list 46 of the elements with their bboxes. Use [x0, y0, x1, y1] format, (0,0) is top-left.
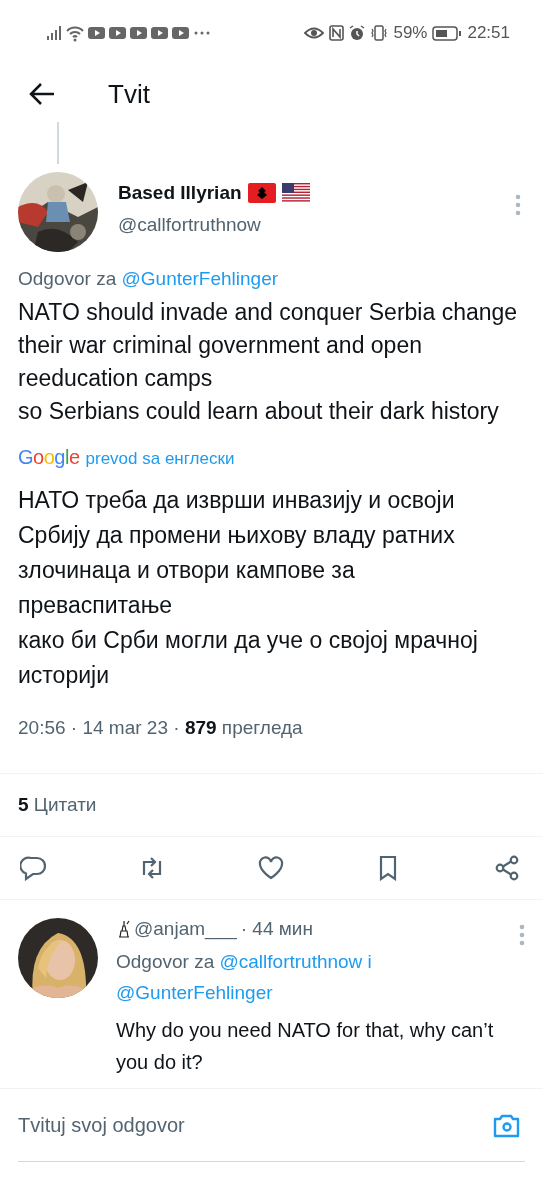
user-handle: @anjam___ [134, 918, 237, 940]
mention-link[interactable]: @callfortruthnow i [219, 951, 372, 972]
reply-button[interactable] [20, 855, 46, 881]
video-notification-icon [130, 27, 147, 39]
back-arrow-icon [29, 81, 56, 107]
user-handle: @callfortruthnow [118, 214, 262, 236]
back-button[interactable] [29, 81, 56, 107]
display-name: Based Illyrian [118, 182, 242, 204]
heart-icon [257, 855, 284, 881]
video-notification-icon [109, 27, 126, 39]
battery-icon [432, 25, 463, 41]
reply-input-field[interactable]: Tvituj svoj odgovor [18, 1113, 492, 1137]
nfc-icon [329, 25, 345, 41]
reply-label: Odgovor za [116, 951, 216, 972]
video-notification-icon [151, 27, 168, 39]
reply-age: · 44 мин [240, 918, 313, 940]
tweet-text: NATO should invade and conquer Serbia change their war criminal government and open reeducation camps so Serbians could learn about their dark history [18, 298, 518, 426]
comment-icon [20, 855, 46, 881]
video-notification-icon [172, 27, 189, 39]
more-vertical-icon [515, 194, 521, 216]
clock-time: 22:51 [467, 23, 510, 43]
albania-flag-icon [247, 183, 276, 203]
reply-label: Odgovor za [18, 268, 118, 289]
share-icon [495, 855, 521, 881]
share-button[interactable] [495, 855, 521, 881]
wifi-icon [66, 24, 84, 42]
translation-label: prevod sa енглески [85, 449, 235, 469]
reply-text: Why do you need NATO for that, why can’t you do it? [116, 1018, 495, 1075]
usa-flag-icon [281, 183, 310, 203]
translated-text: НАТО треба да изврши инвазију и освоји Србију да промени њихову владу ратних злочинаца и отвори кампове за преваспитање како би Срби могли да уче о својој мрачној историји [18, 486, 479, 690]
vibrate-icon [370, 25, 389, 41]
battery-percent: 59% [393, 23, 428, 43]
quotes-count: 5 Цитати [18, 793, 98, 817]
mention-link[interactable]: @GunterFehlinger [121, 268, 279, 289]
mention-link[interactable]: @GunterFehlinger [116, 982, 273, 1003]
eye-icon [304, 26, 325, 40]
alarm-icon [349, 25, 366, 41]
signal-icon [46, 25, 62, 41]
page-title: Tvit [108, 78, 150, 110]
google-logo: Google [18, 446, 80, 469]
like-button[interactable] [257, 855, 284, 881]
more-icon [193, 30, 211, 36]
figurine-icon [116, 920, 130, 938]
tweet-timestamp: 20:56 · 14 mar 23 · 879 прегледа [18, 717, 304, 739]
video-notification-icon [88, 27, 105, 39]
more-vertical-icon [519, 924, 525, 946]
